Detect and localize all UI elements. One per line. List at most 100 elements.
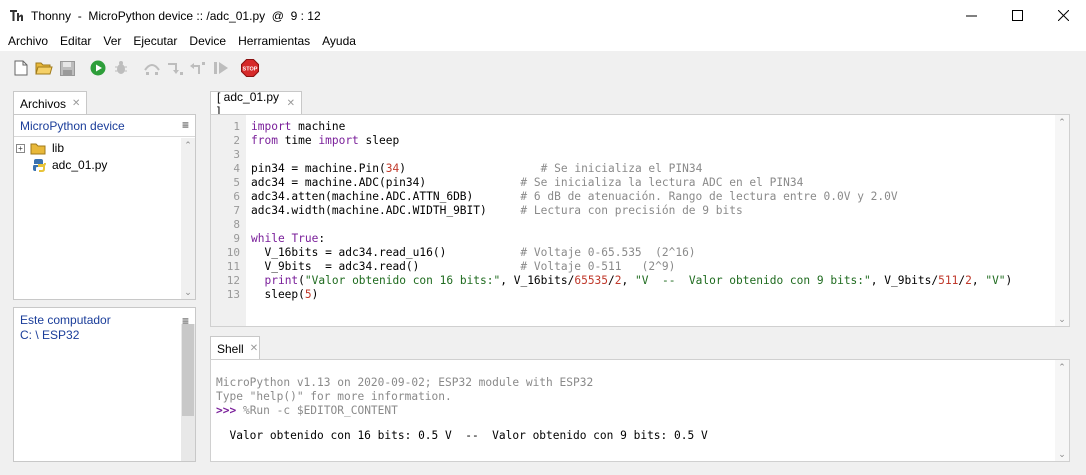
- computer-header: Este computador C: \ ESP32: [20, 313, 111, 343]
- code-token: , V_16bits/: [500, 274, 575, 287]
- code-line: print("Valor obtenido con 16 bits:", V_1…: [251, 274, 1012, 288]
- tab-archivos-label: Archivos: [20, 96, 67, 111]
- tree-item-adc01[interactable]: adc_01.py: [32, 158, 107, 172]
- tab-editor-adc01[interactable]: [ adc_01.py ] ✕: [210, 90, 302, 118]
- code-token: # Voltaje 0-511 (2^9): [520, 260, 676, 273]
- step-into-button[interactable]: [166, 59, 184, 77]
- code-token: /: [608, 274, 615, 287]
- shell-panel[interactable]: MicroPython v1.13 on 2020-09-02; ESP32 m…: [210, 359, 1070, 462]
- menu-herramientas[interactable]: Herramientas: [232, 31, 316, 51]
- menu-editar[interactable]: Editar: [54, 31, 97, 51]
- code-token: while: [251, 232, 285, 245]
- stop-button[interactable]: STOP: [241, 59, 259, 77]
- step-out-icon: [190, 62, 205, 74]
- save-file-button[interactable]: [58, 59, 76, 77]
- scroll-down-icon[interactable]: ⌄: [1055, 312, 1069, 326]
- minimize-icon: [965, 15, 977, 17]
- code-token: # Voltaje 0-65.535 (2^16): [520, 246, 696, 259]
- menu-ejecutar[interactable]: Ejecutar: [127, 31, 183, 51]
- code-line: V_16bits = adc34.read_u16() # Voltaje 0-…: [251, 246, 696, 260]
- new-file-button[interactable]: [12, 59, 30, 77]
- code-line: V_9bits = adc34.read() # Voltaje 0-511 (…: [251, 260, 675, 274]
- code-token: ): [1005, 274, 1013, 287]
- tab-archivos[interactable]: Archivos ✕: [13, 91, 87, 115]
- scroll-down-icon[interactable]: ⌄: [1055, 447, 1069, 461]
- computer-panel-scrollbar[interactable]: [181, 324, 195, 461]
- code-token: time: [277, 134, 319, 147]
- shell-command: %Run -c $EDITOR_CONTENT: [236, 404, 398, 417]
- code-token: adc34.width(machine.ADC.WIDTH_9BIT): [251, 204, 521, 217]
- resume-button[interactable]: [212, 59, 230, 77]
- code-token: import: [318, 134, 359, 147]
- tab-shell-label: Shell: [217, 341, 244, 356]
- code-token: 5: [304, 288, 312, 301]
- open-folder-icon: [35, 62, 53, 75]
- code-line: from time import sleep: [251, 134, 399, 148]
- run-button[interactable]: [89, 59, 107, 77]
- code-token: 34: [385, 162, 400, 175]
- code-editor[interactable]: 1 2 3 4 5 6 7 8 9 10 11 12 13 import machine from tim…: [210, 114, 1070, 327]
- menu-device[interactable]: Device: [183, 31, 232, 51]
- scroll-thumb[interactable]: [182, 324, 194, 416]
- editor-scrollbar[interactable]: ⌃ ⌄: [1055, 115, 1069, 326]
- code-token: sleep(: [251, 288, 305, 301]
- code-token: (: [298, 274, 305, 287]
- code-token: V_9bits = adc34.read(): [251, 260, 521, 273]
- device-panel-scrollbar[interactable]: ⌃ ⌄: [181, 138, 195, 299]
- code-token: , V_9bits/: [870, 274, 939, 287]
- debug-button[interactable]: [112, 59, 130, 77]
- thonny-logo-icon: [10, 9, 23, 21]
- shell-scrollbar[interactable]: ⌃ ⌄: [1055, 360, 1069, 461]
- device-files-panel: MicroPython device ≡ + lib adc_01.py ⌃ ⌄: [13, 114, 196, 300]
- close-button[interactable]: [1040, 0, 1086, 31]
- title-bar: Thonny - MicroPython device :: /adc_01.p…: [0, 0, 1086, 31]
- open-file-button[interactable]: [35, 59, 53, 77]
- hamburger-menu-icon[interactable]: ≡: [182, 118, 189, 132]
- code-token: "V -- Valor obtenido con 9 bits:": [635, 274, 871, 287]
- shell-help-text: Type "help()" for more information.: [216, 390, 452, 403]
- maximize-button[interactable]: [994, 0, 1040, 31]
- toolbar: STOP: [0, 51, 1086, 86]
- expand-icon[interactable]: +: [16, 143, 25, 153]
- code-token: sleep: [358, 134, 400, 147]
- shell-output: Valor obtenido con 16 bits: 0.5 V -- Val…: [216, 429, 708, 442]
- menu-archivo[interactable]: Archivo: [2, 31, 54, 51]
- menu-bar: Archivo Editar Ver Ejecutar Device Herra…: [0, 31, 1086, 51]
- code-token: V_16bits = adc34.read_u16(): [251, 246, 521, 259]
- minimize-button[interactable]: [948, 0, 994, 31]
- computer-path: C: \ ESP32: [20, 328, 80, 342]
- close-icon[interactable]: ✕: [250, 343, 258, 354]
- code-line: adc34.width(machine.ADC.WIDTH_9BIT) # Le…: [251, 204, 743, 218]
- tab-shell[interactable]: Shell ✕: [210, 336, 260, 360]
- code-token: True: [291, 232, 319, 245]
- code-token: print: [264, 274, 299, 287]
- menu-ver[interactable]: Ver: [97, 31, 127, 51]
- code-token: machine: [291, 120, 346, 133]
- close-icon: [1057, 10, 1069, 21]
- close-icon[interactable]: ✕: [72, 98, 80, 109]
- maximize-icon: [1011, 10, 1023, 21]
- scroll-up-icon[interactable]: ⌃: [181, 138, 195, 152]
- step-out-button[interactable]: [189, 59, 207, 77]
- tree-item-lib[interactable]: + lib: [16, 141, 64, 155]
- code-line: adc34 = machine.ADC(pin34) # Se iniciali…: [251, 176, 803, 190]
- step-into-icon: [168, 63, 183, 75]
- code-token: import: [251, 120, 292, 133]
- device-header-label: MicroPython device: [20, 118, 125, 133]
- code-token: from: [251, 134, 278, 147]
- code-line: pin34 = machine.Pin(34) # Se inicializa …: [251, 162, 702, 176]
- scroll-up-icon[interactable]: ⌃: [1055, 360, 1069, 374]
- step-over-button[interactable]: [143, 59, 161, 77]
- menu-ayuda[interactable]: Ayuda: [316, 31, 362, 51]
- code-area[interactable]: import machine from time import sleep pin3…: [211, 115, 1055, 326]
- shell-banner: MicroPython v1.13 on 2020-09-02; ESP32 m…: [216, 376, 594, 389]
- code-token: pin34 = machine.Pin(: [251, 162, 386, 175]
- code-line: import machine: [251, 120, 345, 134]
- code-token: ): [311, 288, 319, 301]
- scroll-up-icon[interactable]: ⌃: [1055, 115, 1069, 129]
- code-token: 2: [614, 274, 622, 287]
- scroll-down-icon[interactable]: ⌄: [181, 285, 195, 299]
- code-line: adc34.atten(machine.ADC.ATTN_6DB) # 6 dB…: [251, 190, 898, 204]
- close-icon[interactable]: ✕: [287, 98, 295, 109]
- debug-bug-icon: [115, 61, 127, 74]
